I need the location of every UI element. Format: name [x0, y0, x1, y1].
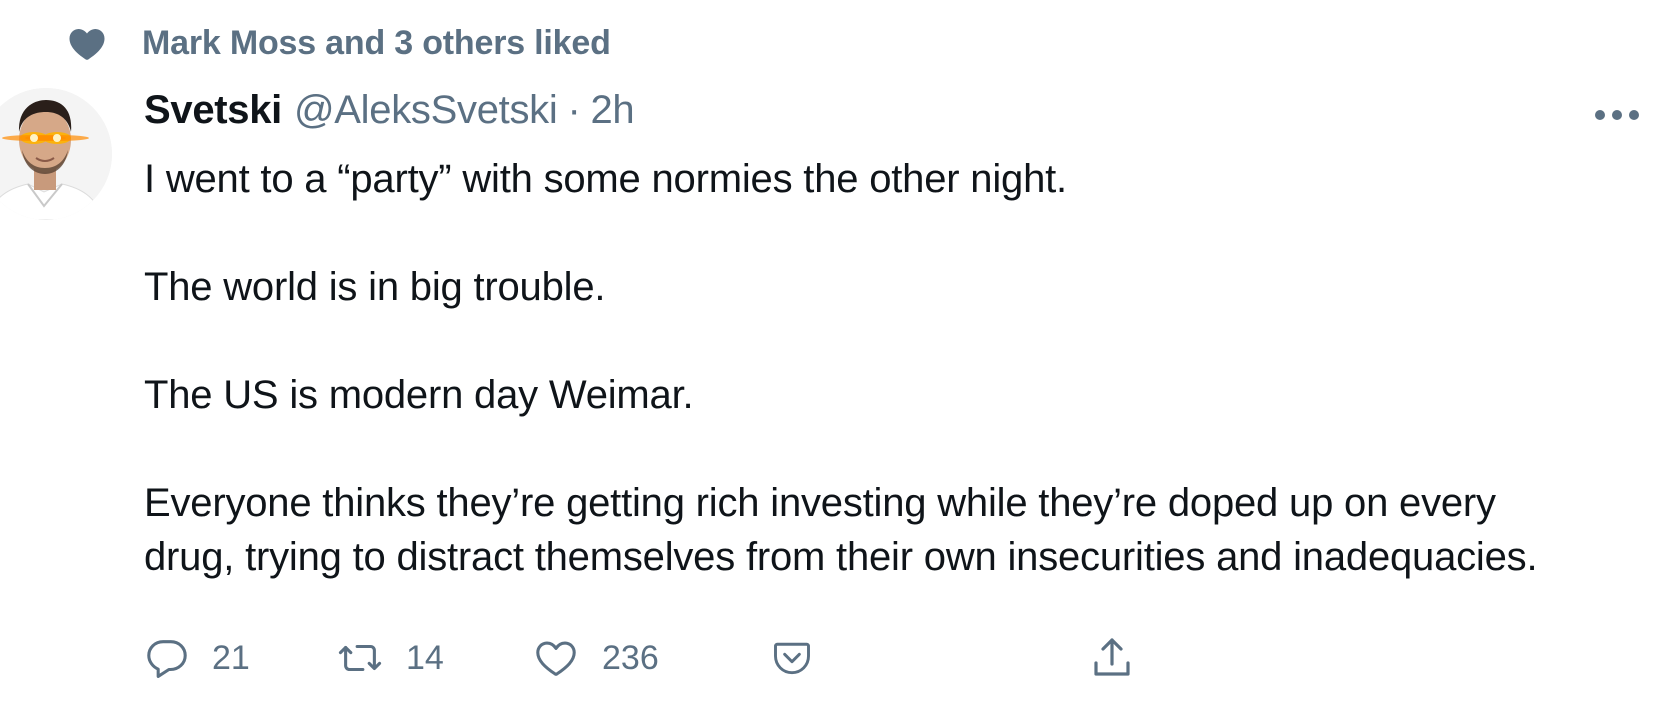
like-button[interactable]: 236: [532, 630, 659, 686]
share-icon: [1088, 634, 1136, 682]
retweet-count: 14: [406, 638, 444, 677]
more-options-button[interactable]: [1592, 100, 1642, 130]
separator-dot: ·: [567, 88, 581, 132]
tweet-paragraph: I went to a “party” with some normies th…: [144, 157, 1067, 201]
heart-outline-icon: [532, 635, 580, 681]
tweet-paragraph: Everyone thinks they’re getting rich inv…: [144, 476, 1634, 584]
timestamp[interactable]: 2h: [590, 88, 634, 133]
reply-icon: [144, 635, 190, 681]
tweet-text: I went to a “party” with some normies th…: [144, 152, 1634, 584]
tweet-paragraph: The US is modern day Weimar.: [144, 373, 694, 417]
user-handle[interactable]: @AleksSvetski: [294, 88, 558, 133]
retweet-icon: [336, 635, 384, 681]
like-count: 236: [602, 638, 659, 677]
share-button[interactable]: [1088, 630, 1136, 686]
tweet-line: Everyone thinks they’re getting rich inv…: [144, 481, 1496, 525]
display-name[interactable]: Svetski: [144, 88, 282, 133]
action-bar: 21 14 236: [144, 630, 1244, 686]
heart-icon: [66, 22, 108, 64]
save-to-pocket-button[interactable]: [770, 630, 814, 686]
tweet-line: drug, trying to distract themselves from…: [144, 535, 1538, 579]
avatar[interactable]: [0, 88, 112, 220]
pocket-icon: [770, 636, 814, 680]
tweet-paragraph: The world is in big trouble.: [144, 265, 606, 309]
tweet-header: Svetski @AleksSvetski · 2h: [144, 88, 635, 146]
social-context-text[interactable]: Mark Moss and 3 others liked: [142, 24, 611, 63]
more-icon: [1592, 110, 1642, 134]
retweet-button[interactable]: 14: [336, 630, 444, 686]
social-context: Mark Moss and 3 others liked: [66, 18, 611, 68]
reply-count: 21: [212, 638, 250, 677]
tweet-card[interactable]: Mark Moss and 3 others liked Svetski @Al…: [0, 0, 1660, 710]
reply-button[interactable]: 21: [144, 630, 250, 686]
